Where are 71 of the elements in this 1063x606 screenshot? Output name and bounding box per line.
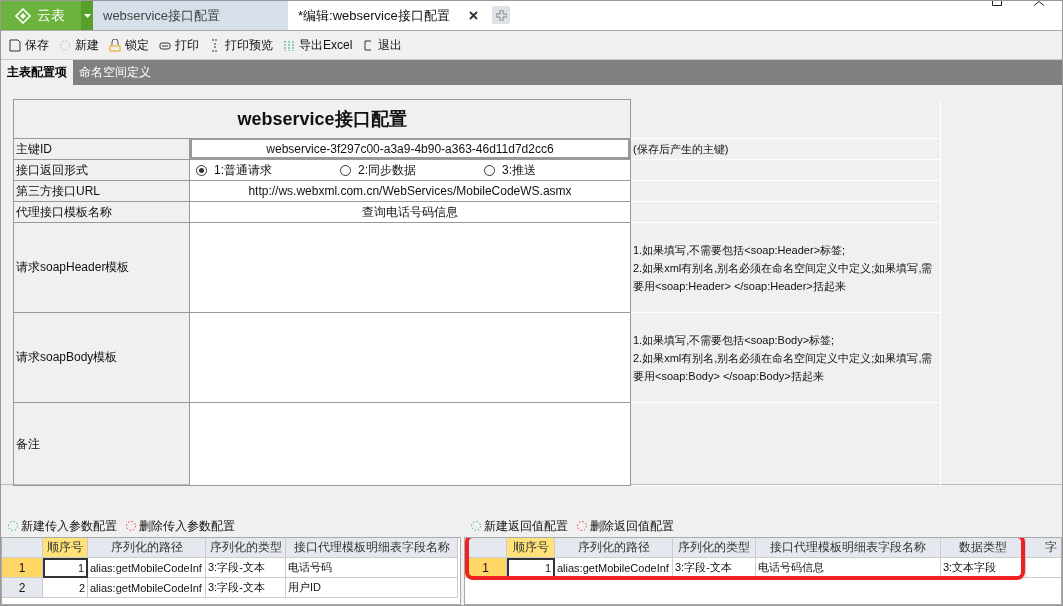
- caret-icon: [83, 13, 91, 18]
- grid-action-button[interactable]: 删除返回值配置: [576, 517, 674, 535]
- toolbar-button[interactable]: 退出: [362, 36, 403, 54]
- dotted-circle-icon: [576, 520, 588, 532]
- maximize-icon[interactable]: [992, 1, 1002, 6]
- radio-option[interactable]: 2:同步数据: [340, 161, 456, 179]
- radio-button[interactable]: [484, 164, 495, 176]
- column-header[interactable]: 字: [1026, 538, 1061, 558]
- toolbar-button[interactable]: 打印预览: [209, 36, 273, 54]
- dropdown-caret-button[interactable]: [81, 1, 93, 30]
- radio-button[interactable]: [340, 164, 351, 176]
- toolbar-button[interactable]: 保存: [9, 36, 49, 54]
- row-number[interactable]: 2: [2, 578, 43, 598]
- table-cell: 1: [43, 558, 88, 578]
- table-cell: 2: [43, 578, 88, 598]
- table-cell: alias:getMobileCodeInf: [88, 578, 206, 598]
- radio-option[interactable]: 1:普通请求: [196, 161, 312, 179]
- diamond-logo-icon: [15, 7, 31, 24]
- column-header[interactable]: 序列化的类型: [206, 538, 286, 558]
- table-cell: 电话号码: [286, 558, 458, 578]
- form-title: webservice接口配置: [13, 99, 631, 139]
- row-number[interactable]: 1: [2, 558, 43, 578]
- field-label: 请求soapBody模板: [16, 349, 118, 366]
- column-header[interactable]: 数据类型: [941, 538, 1026, 558]
- radio-option[interactable]: 3:推送: [484, 161, 600, 179]
- dotted-circle-icon: [7, 520, 19, 532]
- toolbar-button[interactable]: 新建: [59, 36, 99, 54]
- table-cell: 3:字段-文本: [206, 578, 286, 598]
- table-cell: 用户ID: [286, 578, 458, 598]
- lock-icon: [109, 38, 121, 52]
- toolbar-button[interactable]: 锁定: [109, 36, 149, 54]
- table-cell: 电话号码信息: [756, 558, 941, 578]
- new-icon: [59, 38, 71, 52]
- grid-action-button[interactable]: 删除传入参数配置: [125, 517, 235, 535]
- field-label: 接口返回形式: [16, 161, 88, 179]
- document-tab[interactable]: webservice接口配置: [93, 1, 288, 30]
- toolbar-button[interactable]: 导出Excel: [283, 36, 353, 54]
- hint-text: (保存后产生的主键): [633, 141, 729, 157]
- column-header[interactable]: 序列化的路径: [88, 538, 206, 558]
- field-label: 主键ID: [16, 140, 52, 158]
- plus-icon: [495, 9, 507, 21]
- column-header[interactable]: 顺序号: [43, 538, 88, 558]
- column-header[interactable]: 接口代理模板明细表字段名称: [286, 538, 458, 558]
- column-header[interactable]: 序列化的路径: [555, 538, 673, 558]
- table-cell: 1: [507, 558, 555, 578]
- text-field[interactable]: 查询电话号码信息: [190, 202, 630, 222]
- section-tab[interactable]: 主表配置项: [1, 60, 73, 85]
- table-cell: alias:getMobileCodeInf: [88, 558, 206, 578]
- hint-text: 1.如果填写,不需要包括<soap:Body>标签; 2.如果xml有别名,别名必须在命名空间定义中定义;如果填写,需要用<soap:Body> </soap:Body>括起来: [633, 332, 934, 384]
- field-label: 代理接口模板名称: [16, 203, 112, 221]
- table-cell: 3:字段-文本: [673, 558, 756, 578]
- column-header[interactable]: 顺序号: [507, 538, 555, 558]
- field-label: 请求soapHeader模板: [16, 259, 130, 276]
- radio-button[interactable]: [196, 164, 207, 176]
- toolbar-button[interactable]: 打印: [159, 36, 199, 54]
- hint-text: 1.如果填写,不需要包括<soap:Header>标签; 2.如果xml有别名,别名必须在命名空间定义中定义;如果填写,需要用<soap:Header> </soap:Header>括起来: [633, 242, 934, 294]
- grid-action-button[interactable]: 新建传入参数配置: [7, 517, 117, 535]
- field-label: 备注: [16, 435, 40, 453]
- column-header[interactable]: 序列化的类型: [673, 538, 756, 558]
- table-cell: alias:getMobileCodeInf: [555, 558, 673, 578]
- grid-action-button[interactable]: 新建返回值配置: [470, 517, 568, 535]
- column-header[interactable]: 接口代理模板明细表字段名称: [756, 538, 941, 558]
- text-field[interactable]: webservice-3f297c00-a3a9-4b90-a363-46d11d7d2cc6: [190, 138, 630, 159]
- section-tab[interactable]: 命名空间定义: [73, 60, 157, 85]
- dotted-circle-icon: [470, 520, 482, 532]
- text-field[interactable]: http://ws.webxml.com.cn/WebServices/MobileCodeWS.asmx: [190, 181, 630, 201]
- field-label: 第三方接口URL: [16, 182, 100, 200]
- save-icon: [9, 38, 21, 52]
- table-cell: 3:文本字段: [941, 558, 1026, 578]
- table-cell: 3:字段-文本: [206, 558, 286, 578]
- dotted-circle-icon: [125, 520, 137, 532]
